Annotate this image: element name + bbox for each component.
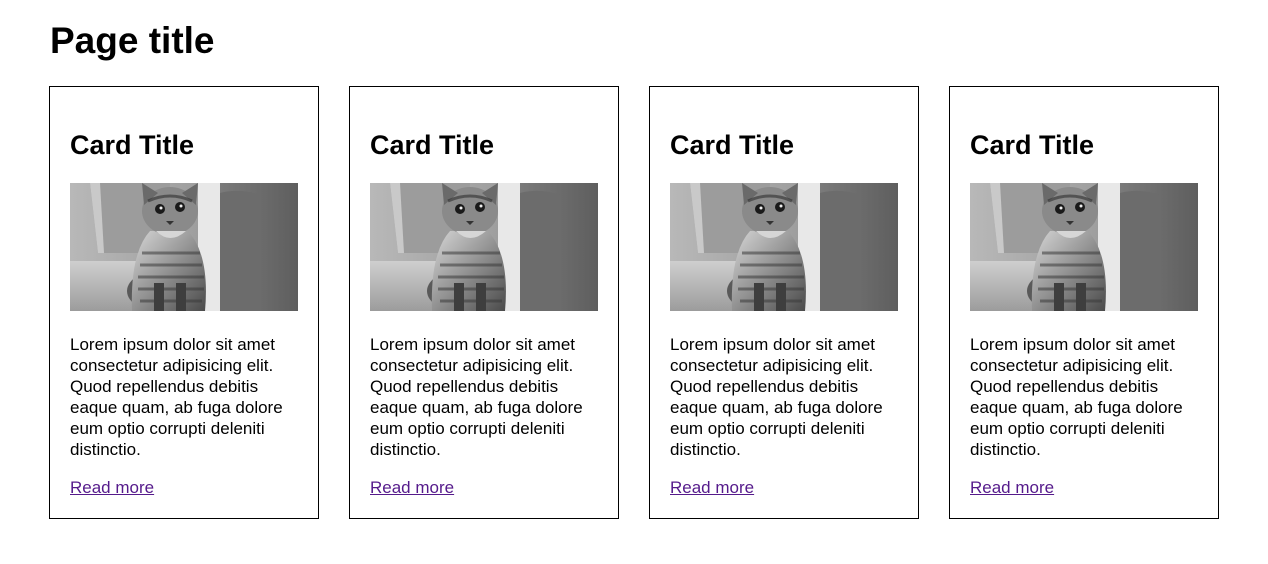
kitten-photo — [670, 183, 898, 311]
kitten-photo — [970, 183, 1198, 311]
card-title: Card Title — [70, 130, 195, 160]
card: Card Title Lorem ipsum dolor sit amet co… — [49, 86, 319, 519]
card-text: Lorem ipsum dolor sit amet consectetur a… — [70, 335, 283, 459]
kitten-photo — [70, 183, 298, 311]
page: Page title Card Title Lorem ipsum dolor … — [0, 0, 1268, 564]
read-more-link[interactable]: Read more — [670, 477, 754, 498]
card: Card Title Lorem ipsum dolor sit amet co… — [649, 86, 919, 519]
card: Card Title Lorem ipsum dolor sit amet co… — [349, 86, 619, 519]
page-title: Page title — [50, 20, 215, 61]
card-text: Lorem ipsum dolor sit amet consectetur a… — [370, 335, 583, 459]
card-title: Card Title — [370, 130, 495, 160]
card: Card Title Lorem ipsum dolor sit amet co… — [949, 86, 1219, 519]
card-title: Card Title — [670, 130, 795, 160]
read-more-link[interactable]: Read more — [70, 477, 154, 498]
read-more-link[interactable]: Read more — [970, 477, 1054, 498]
kitten-photo — [370, 183, 598, 311]
read-more-link[interactable]: Read more — [370, 477, 454, 498]
card-text: Lorem ipsum dolor sit amet consectetur a… — [970, 335, 1183, 459]
card-list: Card Title Lorem ipsum dolor sit amet co… — [49, 86, 1219, 519]
card-title: Card Title — [970, 130, 1095, 160]
card-text: Lorem ipsum dolor sit amet consectetur a… — [670, 335, 883, 459]
